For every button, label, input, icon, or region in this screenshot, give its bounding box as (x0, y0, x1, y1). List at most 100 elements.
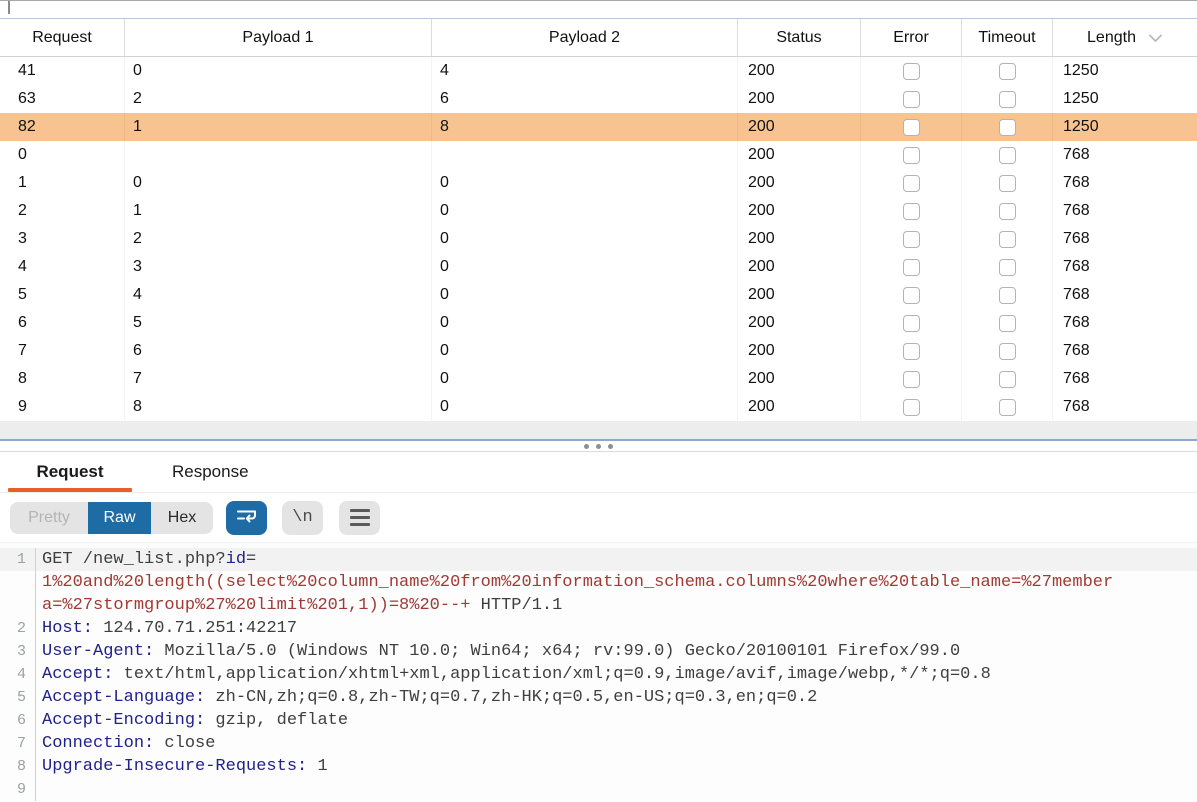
table-empty-area (0, 421, 1197, 441)
table-row[interactable]: 9 8 0 200 768 (0, 393, 1197, 421)
table-row[interactable]: 0 200 768 (0, 141, 1197, 169)
column-header-label: Status (776, 28, 822, 46)
table-row[interactable]: 1 0 0 200 768 (0, 169, 1197, 197)
cell-length: 768 (1063, 398, 1090, 415)
raw-view-button[interactable]: Raw (88, 501, 151, 534)
error-checkbox[interactable] (902, 258, 920, 276)
column-header-error[interactable]: Error (861, 19, 962, 56)
cell-request: 3 (0, 225, 125, 253)
timeout-checkbox[interactable] (998, 342, 1016, 360)
message-viewer-tabs: Request Response (0, 452, 1197, 493)
cell-payload-2: 0 (432, 365, 738, 393)
error-checkbox[interactable] (902, 370, 920, 388)
line-number: 8 (0, 755, 36, 778)
window-edge-artifact (8, 1, 10, 14)
timeout-checkbox[interactable] (998, 286, 1016, 304)
cell-error (861, 253, 962, 281)
editor-line: a=%27stormgroup%27%20limit%201,1))=8%20-… (0, 594, 1197, 617)
table-row[interactable]: 2 1 0 200 768 (0, 197, 1197, 225)
error-checkbox[interactable] (902, 342, 920, 360)
cell-status: 200 (738, 113, 861, 141)
column-header-request[interactable]: Request (0, 19, 125, 56)
editor-menu-button[interactable] (339, 500, 380, 535)
error-checkbox[interactable] (902, 202, 920, 220)
table-row[interactable]: 41 0 4 200 1250 (0, 57, 1197, 85)
error-checkbox[interactable] (902, 174, 920, 192)
column-header-label: Payload 1 (242, 28, 314, 46)
pretty-view-button[interactable]: Pretty (10, 501, 88, 534)
cell-status: 200 (738, 253, 861, 281)
column-header-length[interactable]: Length (1053, 19, 1197, 56)
table-header-row: Request Payload 1 Payload 2 Status Error Time… (0, 19, 1197, 57)
timeout-checkbox[interactable] (998, 174, 1016, 192)
cell-request: 8 (0, 365, 125, 393)
cell-payload-1: 7 (125, 365, 432, 393)
timeout-checkbox[interactable] (998, 314, 1016, 332)
column-header-payload-1[interactable]: Payload 1 (125, 19, 432, 56)
cell-payload-1 (125, 141, 432, 169)
column-header-timeout[interactable]: Timeout (962, 19, 1053, 56)
line-number: 5 (0, 686, 36, 709)
word-wrap-toggle-button[interactable] (226, 500, 267, 535)
show-newlines-button[interactable]: \n (282, 500, 323, 535)
cell-timeout (962, 393, 1053, 421)
error-checkbox[interactable] (902, 118, 920, 136)
error-checkbox[interactable] (902, 314, 920, 332)
line-number: 3 (0, 640, 36, 663)
editor-line: 6 Accept-Encoding: gzip, deflate (0, 709, 1197, 732)
cell-timeout (962, 141, 1053, 169)
hex-view-button[interactable]: Hex (151, 501, 213, 534)
cell-payload-2: 0 (432, 281, 738, 309)
word-wrap-icon (236, 507, 258, 529)
timeout-checkbox[interactable] (998, 118, 1016, 136)
cell-length: 768 (1063, 342, 1090, 359)
editor-line-text: Accept-Encoding: gzip, deflate (42, 711, 349, 730)
table-row[interactable]: 7 6 0 200 768 (0, 337, 1197, 365)
intruder-results-window: Request Payload 1 Payload 2 Status Error Time… (0, 0, 1197, 802)
cell-payload-1: 5 (125, 309, 432, 337)
timeout-checkbox[interactable] (998, 146, 1016, 164)
sort-chevron-down-icon (1148, 33, 1163, 43)
timeout-checkbox[interactable] (998, 370, 1016, 388)
cell-length: 1250 (1063, 118, 1099, 135)
error-checkbox[interactable] (902, 146, 920, 164)
table-row[interactable]: 3 2 0 200 768 (0, 225, 1197, 253)
pane-splitter-handle[interactable] (0, 441, 1197, 452)
cell-length: 768 (1063, 286, 1090, 303)
column-header-status[interactable]: Status (738, 19, 861, 56)
error-checkbox[interactable] (902, 230, 920, 248)
cell-error (861, 197, 962, 225)
raw-request-editor[interactable]: 1 GET /new_list.php?id= 1%20and%20length((… (0, 543, 1197, 802)
editor-line: 3 User-Agent: Mozilla/5.0 (Windows NT 10.… (0, 640, 1197, 663)
timeout-checkbox[interactable] (998, 202, 1016, 220)
cell-timeout (962, 197, 1053, 225)
timeout-checkbox[interactable] (998, 258, 1016, 276)
timeout-checkbox[interactable] (998, 230, 1016, 248)
table-row[interactable]: 4 3 0 200 768 (0, 253, 1197, 281)
cell-payload-1: 0 (125, 57, 432, 85)
timeout-checkbox[interactable] (998, 62, 1016, 80)
table-row[interactable]: 6 5 0 200 768 (0, 309, 1197, 337)
editor-line-text: 1%20and%20length((select%20column_name%2… (42, 573, 1114, 592)
column-header-payload-2[interactable]: Payload 2 (432, 19, 738, 56)
cell-error (861, 57, 962, 85)
error-checkbox[interactable] (902, 90, 920, 108)
error-checkbox[interactable] (902, 62, 920, 80)
cell-payload-1: 6 (125, 337, 432, 365)
cell-length: 768 (1063, 230, 1090, 247)
tab-request[interactable]: Request (8, 452, 132, 492)
cell-length: 768 (1063, 258, 1090, 275)
table-row[interactable]: 82 1 8 200 1250 (0, 113, 1197, 141)
cell-request: 6 (0, 309, 125, 337)
cell-error (861, 141, 962, 169)
timeout-checkbox[interactable] (998, 398, 1016, 416)
error-checkbox[interactable] (902, 286, 920, 304)
table-row[interactable]: 8 7 0 200 768 (0, 365, 1197, 393)
table-row[interactable]: 5 4 0 200 768 (0, 281, 1197, 309)
tab-request-label: Request (36, 462, 104, 481)
tab-response[interactable]: Response (146, 452, 275, 492)
cell-payload-1: 8 (125, 393, 432, 421)
timeout-checkbox[interactable] (998, 90, 1016, 108)
table-row[interactable]: 63 2 6 200 1250 (0, 85, 1197, 113)
error-checkbox[interactable] (902, 398, 920, 416)
